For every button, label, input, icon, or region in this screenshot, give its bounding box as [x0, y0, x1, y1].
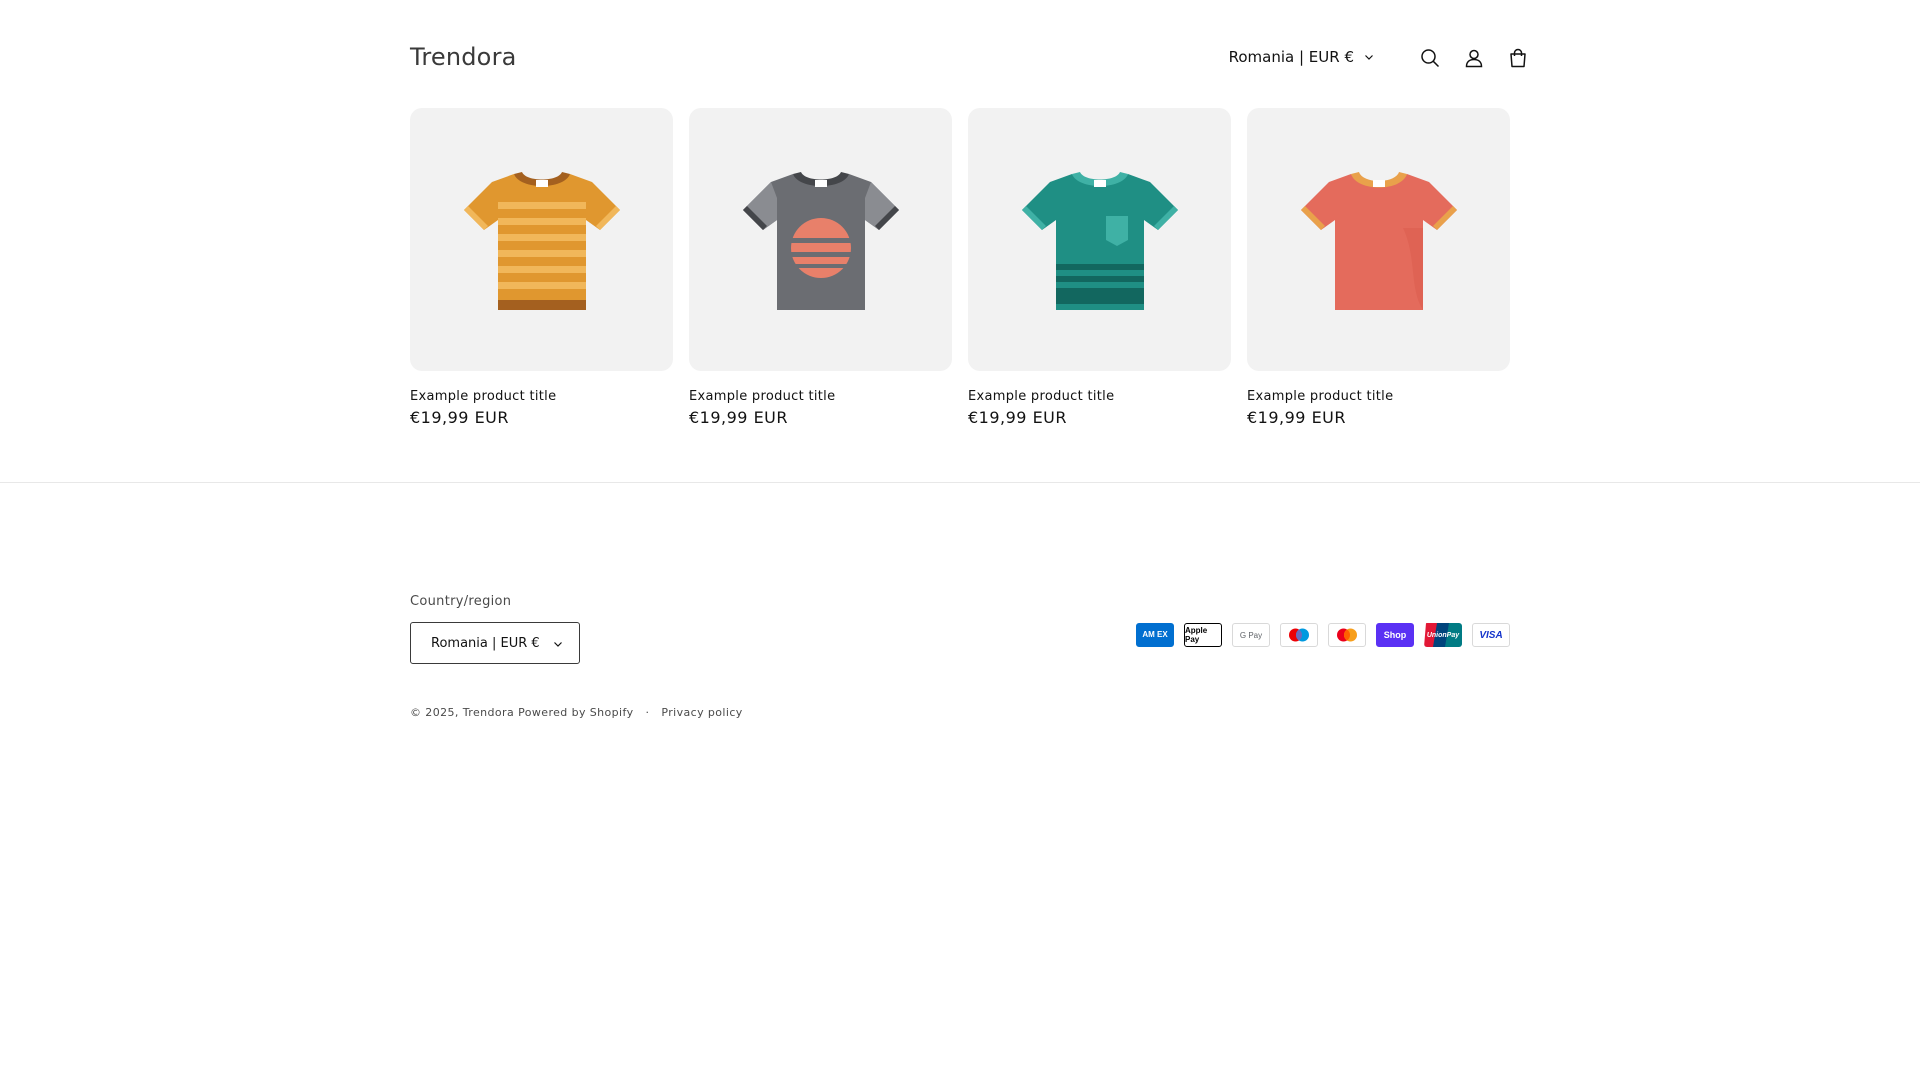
product-card[interactable]: Example product title €19,99 EUR — [1247, 108, 1510, 427]
shopping-bag-icon — [1510, 48, 1526, 68]
store-logo[interactable]: Trendora — [410, 43, 517, 71]
copyright-prefix: © 2025, — [410, 706, 459, 719]
amex-icon: AM EX — [1136, 623, 1174, 647]
unionpay-icon: UnionPay — [1424, 623, 1462, 647]
country-region-value: Romania | EUR € — [431, 635, 540, 651]
teal-pocket-tshirt-image — [1021, 171, 1178, 310]
chevron-down-icon — [1365, 55, 1373, 60]
product-title[interactable]: Example product title — [689, 389, 952, 404]
footer-divider — [0, 482, 1920, 483]
product-image[interactable] — [968, 108, 1231, 371]
product-price: €19,99 EUR — [968, 408, 1068, 427]
product-price: €19,99 EUR — [689, 408, 789, 427]
powered-by-shopify-link[interactable]: Powered by Shopify — [518, 706, 633, 719]
maestro-icon — [1280, 623, 1318, 647]
country-currency-selector[interactable]: Romania | EUR € — [1229, 48, 1374, 66]
product-title[interactable]: Example product title — [968, 389, 1231, 404]
country-currency-label: Romania | EUR € — [1228, 48, 1354, 66]
cart-button[interactable] — [1502, 42, 1534, 74]
privacy-policy-link[interactable]: Privacy policy — [661, 706, 742, 719]
product-price: €19,99 EUR — [410, 408, 510, 427]
copyright-bar: © 2025, Trendora Powered by Shopify · Pr… — [410, 706, 743, 719]
separator-dot: · — [645, 706, 650, 719]
google-pay-icon: G Pay — [1232, 623, 1270, 647]
striped-tshirt-image — [463, 171, 620, 310]
product-card[interactable]: Example product title €19,99 EUR — [968, 108, 1231, 427]
product-grid: Example product title €19,99 EUR Example… — [410, 108, 1511, 427]
user-icon — [1465, 49, 1483, 68]
country-region-select[interactable]: Romania | EUR € — [410, 622, 580, 664]
copyright-brand-link[interactable]: Trendora — [463, 706, 514, 719]
product-card[interactable]: Example product title €19,99 EUR — [410, 108, 673, 427]
product-title[interactable]: Example product title — [1247, 389, 1510, 404]
mastercard-icon — [1328, 623, 1366, 647]
product-image[interactable] — [1247, 108, 1510, 371]
coral-tshirt-image — [1300, 171, 1457, 310]
site-header: Trendora Romania | EUR € — [410, 36, 1526, 80]
country-region-label: Country/region — [410, 594, 512, 609]
visa-icon: VISA — [1472, 623, 1510, 647]
gray-sunset-tshirt-image — [742, 171, 899, 310]
product-image[interactable] — [689, 108, 952, 371]
chevron-down-icon — [554, 642, 562, 647]
search-icon — [1421, 49, 1440, 68]
payment-icons: AM EX Apple Pay G Pay Shop UnionPay VISA — [1136, 623, 1510, 647]
product-card[interactable]: Example product title €19,99 EUR — [689, 108, 952, 427]
shop-pay-icon: Shop — [1376, 623, 1414, 647]
apple-pay-icon: Apple Pay — [1184, 623, 1222, 647]
product-image[interactable] — [410, 108, 673, 371]
search-button[interactable] — [1414, 42, 1446, 74]
product-price: €19,99 EUR — [1247, 408, 1347, 427]
product-title[interactable]: Example product title — [410, 389, 673, 404]
account-button[interactable] — [1458, 42, 1490, 74]
